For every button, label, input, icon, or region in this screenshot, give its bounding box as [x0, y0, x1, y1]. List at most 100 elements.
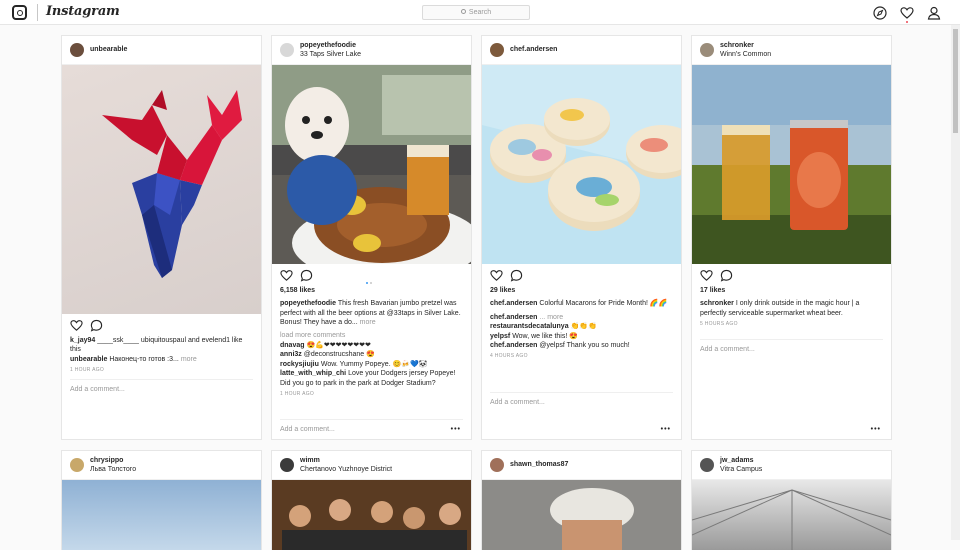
post-card: chef.andersen 29 likes chef.andersen Col…: [481, 35, 682, 440]
avatar[interactable]: [490, 43, 504, 57]
comment-text: @yelpsf Thank you so much!: [539, 342, 630, 350]
comment-username[interactable]: latte_with_whip_chi: [280, 370, 346, 377]
more-link[interactable]: more: [181, 356, 197, 363]
post-body: 6,158 likes popeyethefoodie This fresh B…: [272, 286, 471, 398]
load-more-comments-link[interactable]: load more comments: [280, 331, 463, 340]
like-heart-icon[interactable]: [280, 269, 293, 282]
post-card: popeyethefoodie 33 Taps Silver Lake 6,15…: [271, 35, 472, 440]
post-photo-beer-can[interactable]: [692, 65, 891, 264]
add-comment-input[interactable]: Add a comment...: [700, 339, 883, 359]
post-header: unbearable: [62, 36, 261, 65]
like-heart-icon[interactable]: [700, 269, 713, 282]
more-link[interactable]: more: [360, 319, 376, 326]
post-body: 17 likes schronker I only drink outside …: [692, 286, 891, 328]
heart-icon[interactable]: [900, 6, 914, 20]
comment-username[interactable]: yelpsf: [490, 333, 510, 340]
post-card: schronker Winn's Common 17 likes schronk…: [691, 35, 892, 440]
comment-bubble-icon[interactable]: [510, 269, 523, 282]
comment: restaurantsdecatalunya 👏👏👏: [490, 322, 673, 331]
post-photo-macarons[interactable]: [482, 65, 681, 264]
like-heart-icon[interactable]: [490, 269, 503, 282]
post-header: popeyethefoodie 33 Taps Silver Lake: [272, 36, 471, 65]
avatar[interactable]: [490, 458, 504, 472]
compass-icon[interactable]: [873, 6, 887, 20]
comment: dnavag 😍💪❤❤❤❤❤❤❤❤: [280, 341, 463, 350]
user-icon[interactable]: [927, 6, 941, 20]
post-username[interactable]: jw_adams: [720, 456, 753, 465]
post-username[interactable]: chef.andersen: [510, 45, 557, 54]
instagram-wordmark[interactable]: Instagram: [46, 4, 120, 19]
search-placeholder: Search: [468, 9, 492, 16]
post-location[interactable]: Льва Толстого: [90, 465, 136, 474]
carousel-dot[interactable]: [370, 282, 372, 284]
avatar[interactable]: [70, 458, 84, 472]
logo-divider: [37, 4, 38, 21]
post-header: jw_adams Vitra Campus: [692, 451, 891, 480]
comment-username[interactable]: rockysjiujiu: [280, 361, 319, 368]
avatar[interactable]: [280, 458, 294, 472]
comment: latte_with_whip_chi Love your Dodgers je…: [280, 369, 463, 388]
likes-count[interactable]: 29 likes: [490, 286, 673, 295]
post-timestamp: 1 HOUR AGO: [70, 367, 105, 374]
post-header: schronker Winn's Common: [692, 36, 891, 65]
caption-username[interactable]: chef.andersen: [490, 300, 537, 307]
search-input[interactable]: Search: [422, 5, 530, 20]
avatar[interactable]: [280, 43, 294, 57]
post-username[interactable]: chrysippo: [90, 456, 123, 465]
comment-text: @deconstrucshane 😍: [303, 351, 375, 359]
post-username[interactable]: popeyethefoodie: [300, 41, 356, 50]
post-location[interactable]: Chertanovo Yuzhnoye District: [300, 465, 392, 474]
post-location[interactable]: Winn's Common: [720, 50, 771, 59]
comment: rockysjiujiu Wow. Yummy Popeye. 😊🍻💙🐼: [280, 360, 463, 369]
carousel-dot[interactable]: [366, 282, 368, 284]
more-options-icon[interactable]: •••: [871, 421, 881, 439]
add-comment-input[interactable]: Add a comment...: [70, 379, 253, 399]
like-heart-icon[interactable]: [70, 319, 83, 332]
post-actions: [692, 264, 891, 286]
post-card: wimm Chertanovo Yuzhnoye District: [271, 450, 472, 550]
post-card: shawn_thomas87: [481, 450, 682, 550]
dog-pretzel-scene: [272, 65, 471, 264]
comment-bubble-icon[interactable]: [300, 269, 313, 282]
more-options-icon[interactable]: •••: [661, 421, 671, 439]
comment-text: Наконец-то готов :3...: [109, 355, 179, 363]
caption-username[interactable]: schronker: [700, 300, 734, 307]
avatar[interactable]: [700, 43, 714, 57]
comment-username[interactable]: unbearable: [70, 356, 107, 363]
post-location[interactable]: 33 Taps Silver Lake: [300, 50, 361, 59]
beer-outdoors-scene: [692, 65, 891, 264]
post-photo-dog-pretzel[interactable]: [272, 65, 471, 264]
post-photo-deer-head[interactable]: [62, 65, 261, 314]
post-username[interactable]: unbearable: [90, 45, 127, 54]
comment-username[interactable]: restaurantsdecatalunya: [490, 323, 569, 330]
add-comment-input[interactable]: Add a comment...: [490, 392, 673, 412]
comment-text: Wow. Yummy Popeye. 😊🍻💙🐼: [320, 360, 428, 368]
post-username[interactable]: schronker: [720, 41, 754, 50]
post-header: chrysippo Льва Толстого: [62, 451, 261, 480]
comment-bubble-icon[interactable]: [720, 269, 733, 282]
comment-username[interactable]: anni3z: [280, 351, 302, 358]
add-comment-placeholder: Add a comment...: [490, 399, 545, 406]
post-username[interactable]: wimm: [300, 456, 320, 465]
likes-count[interactable]: 17 likes: [700, 286, 883, 295]
comment-username[interactable]: chef.andersen: [490, 314, 537, 321]
caption-username[interactable]: popeyethefoodie: [280, 300, 336, 307]
carousel-dots: [366, 271, 374, 289]
post-header: shawn_thomas87: [482, 451, 681, 480]
add-comment-input[interactable]: Add a comment... •••: [280, 419, 463, 439]
comment-username[interactable]: k_jay94: [70, 337, 95, 344]
avatar[interactable]: [700, 458, 714, 472]
more-options-icon[interactable]: •••: [451, 420, 461, 440]
comment-username[interactable]: chef.andersen: [490, 342, 537, 349]
post-username[interactable]: shawn_thomas87: [510, 460, 568, 469]
comment-username[interactable]: dnavag: [280, 342, 305, 349]
add-comment-placeholder: Add a comment...: [700, 346, 755, 353]
scrollbar-thumb[interactable]: [953, 29, 958, 133]
post-location[interactable]: Vitra Campus: [720, 465, 762, 474]
post-body: 29 likes chef.andersen Colorful Macarons…: [482, 286, 681, 360]
instagram-camera-icon[interactable]: [12, 5, 27, 20]
avatar[interactable]: [70, 43, 84, 57]
comment-text: 👏👏👏: [570, 323, 597, 331]
more-link[interactable]: more: [547, 314, 563, 321]
comment-bubble-icon[interactable]: [90, 319, 103, 332]
